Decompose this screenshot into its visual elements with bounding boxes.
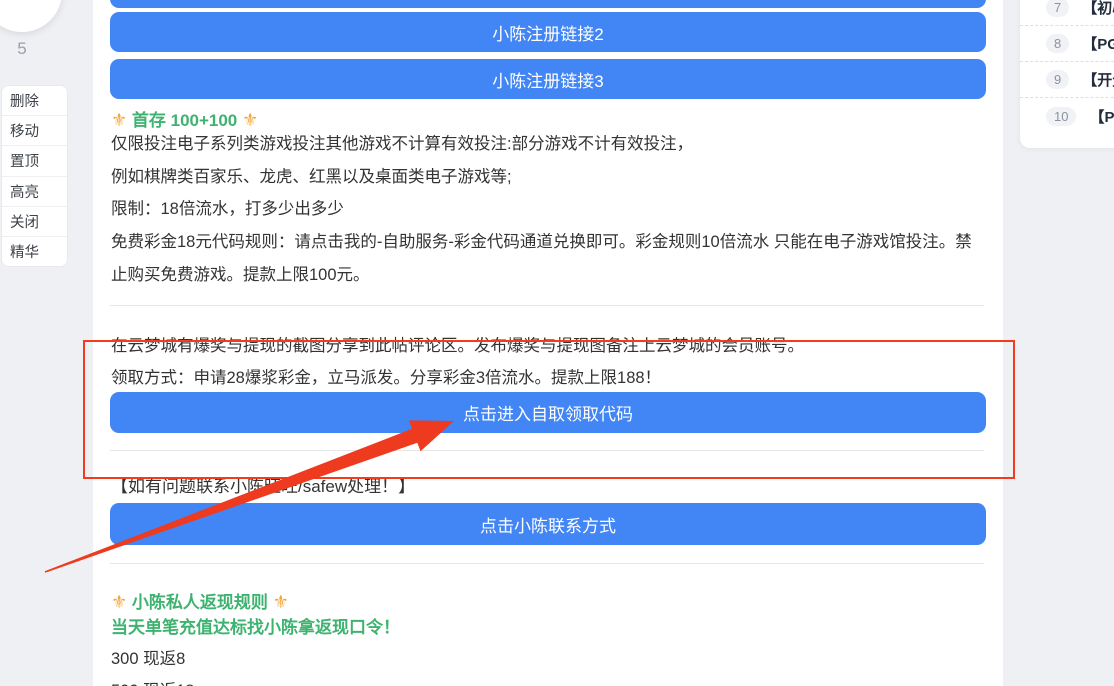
comment-fab-button[interactable] [0, 0, 62, 32]
divider [110, 563, 984, 564]
menu-item-highlight[interactable]: 高亮 [2, 177, 67, 207]
fleur-icon: ⚜ [242, 110, 258, 130]
rank-item[interactable]: 10 【PG [1020, 98, 1114, 134]
bonus-code-rules: 免费彩金18元代码规则：请点击我的-自助服务-彩金代码通道兑换即可。彩金规则10… [111, 226, 983, 291]
fleur-icon: ⚜ [111, 592, 127, 612]
rank-item[interactable]: 7 【初心 [1020, 0, 1114, 26]
ranking-sidebar: 7 【初心 8 【PGS 9 【开元 10 【PG [1020, 0, 1114, 148]
menu-item-digest[interactable]: 精华 [2, 237, 67, 266]
comment-count: 5 [0, 39, 44, 59]
register-link-2-button[interactable]: 小陈注册链接2 [110, 12, 986, 52]
menu-item-delete[interactable]: 删除 [2, 86, 67, 116]
rule-line: 免费彩金18元代码规则：请点击我的-自助服务-彩金代码通道兑换即可。彩金规则10… [111, 226, 983, 291]
moderation-menu: 删除 移动 置顶 高亮 关闭 精华 [1, 85, 68, 267]
page: 5 删除 移动 置顶 高亮 关闭 精华 小陈注册链接2 小陈注册链接3 ⚜ 首存… [0, 0, 1114, 686]
rank-title: 【开元 [1082, 69, 1114, 90]
rank-badge: 10 [1046, 107, 1076, 126]
menu-item-pin[interactable]: 置顶 [2, 146, 67, 176]
claim-code-button[interactable]: 点击进入自取领取代码 [110, 392, 986, 433]
rebate-heading-text: 小陈私人返现规则 [132, 593, 268, 612]
rank-badge: 8 [1046, 34, 1069, 53]
rebate-subheading: 当天单笔充值达标找小陈拿返现口令！ [111, 613, 400, 638]
main-content: 小陈注册链接2 小陈注册链接3 ⚜ 首存 100+100 ⚜ 仅限投注电子系列类… [93, 0, 1003, 686]
rule-line: 限制：18倍流水，打多少出多少 [111, 193, 983, 226]
register-link-1-button[interactable] [110, 0, 986, 8]
rank-title: 【PGS [1082, 33, 1114, 54]
fleur-icon: ⚜ [111, 110, 127, 130]
share-instruction: 在云梦城有爆奖与提现的截图分享到此帖评论区。发布爆奖与提现图备注上云梦城的会员账… [111, 332, 804, 356]
rank-title: 【PG [1089, 106, 1114, 127]
rebate-heading: ⚜ 小陈私人返现规则 ⚜ [111, 588, 289, 613]
rule-line: 例如棋牌类百家乐、龙虎、红黑以及桌面类电子游戏等; [111, 161, 983, 194]
contact-button[interactable]: 点击小陈联系方式 [110, 503, 986, 545]
contact-note: 【如有问题联系小陈旺旺/safew处理！】 [111, 472, 415, 497]
rank-title: 【初心 [1082, 0, 1114, 18]
rank-item[interactable]: 8 【PGS [1020, 26, 1114, 62]
menu-item-close[interactable]: 关闭 [2, 207, 67, 237]
rebate-tier: 300 现返8 [111, 645, 185, 669]
rank-item[interactable]: 9 【开元 [1020, 62, 1114, 98]
divider [110, 305, 984, 306]
rebate-tier: 500 现返18 [111, 677, 194, 686]
claim-instruction: 领取方式：申请28爆浆彩金，立马派发。分享彩金3倍流水。提款上限188！ [111, 364, 661, 388]
rank-badge: 7 [1046, 0, 1069, 17]
rank-badge: 9 [1046, 70, 1069, 89]
menu-item-move[interactable]: 移动 [2, 116, 67, 146]
rule-line: 仅限投注电子系列类游戏投注其他游戏不计算有效投注:部分游戏不计有效投注， [111, 128, 983, 161]
deposit-rules: 仅限投注电子系列类游戏投注其他游戏不计算有效投注:部分游戏不计有效投注， 例如棋… [111, 128, 983, 226]
divider [110, 450, 984, 451]
fleur-icon: ⚜ [273, 592, 289, 612]
register-link-3-button[interactable]: 小陈注册链接3 [110, 59, 986, 99]
